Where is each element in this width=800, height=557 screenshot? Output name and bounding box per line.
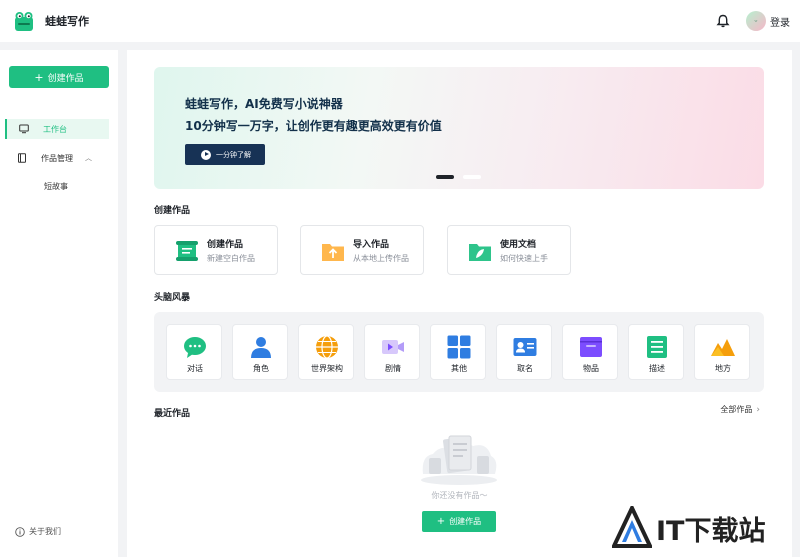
tile-items[interactable]: 物品 [562,324,618,380]
tile-label: 角色 [253,364,269,373]
login-link[interactable]: 登录 [770,14,790,29]
tile-places[interactable]: 地方 [694,324,750,380]
sidebar-subitem-short-story[interactable]: 短故事 [44,181,68,192]
about-us-link[interactable]: 关于我们 [15,526,61,537]
card-create-work[interactable]: 创建作品 新建空白作品 [154,225,278,275]
frog-logo-icon[interactable] [13,10,35,32]
info-icon [15,526,25,537]
tile-plot[interactable]: 剧情 [364,324,420,380]
monitor-icon [19,124,29,134]
card-title: 创建作品 [207,240,244,250]
tile-description[interactable]: 描述 [628,324,684,380]
sidebar-item-workbench[interactable]: 工作台 [5,119,109,139]
tile-naming[interactable]: 取名 [496,324,552,380]
play-icon [201,149,211,160]
sidebar-item-label: 作品管理 [41,153,73,163]
top-right-actions: ᵕ 登录 [716,11,790,31]
site-watermark: IT下载站 [610,502,790,551]
person-icon [248,334,274,360]
view-all-label: 全部作品 [720,405,753,414]
watermark-text: IT下载站 [656,515,766,547]
watermark-triangle-icon [610,502,654,551]
create-section-title: 创建作品 [154,206,191,216]
chevron-right-icon: › [756,404,760,415]
video-camera-icon [380,334,406,360]
id-card-icon [512,334,538,360]
empty-state-text: 你还没有作品～ [431,491,488,500]
sidebar-item-label: 工作台 [43,124,67,134]
banner-learn-label: 一分钟了解 [216,150,251,159]
about-us-label: 关于我们 [29,527,61,536]
box-icon [578,334,604,360]
card-docs[interactable]: 使用文档 如何快速上手 [447,225,571,275]
empty-create-label: 创建作品 [449,517,482,526]
avatar[interactable]: ᵕ [746,11,766,31]
chevron-up-icon[interactable]: ︿ [85,153,92,163]
view-all-works-link[interactable]: 全部作品 › [720,404,760,415]
bell-icon[interactable] [716,14,730,28]
mountain-icon [710,334,736,360]
hero-banner[interactable]: 蛙蛙写作，AI免费写小说神器 10分钟写一万字，让创作更有趣更高效更有价值 一分… [154,67,764,189]
plus-icon: + [34,70,44,84]
tile-label: 地方 [715,364,731,373]
page-scroll-gutter [792,50,800,500]
document-list-icon [644,334,670,360]
sidebar: + 创建作品 工作台 作品管理 ︿ 短故事 关于我们 [0,50,118,557]
tile-label: 对话 [187,364,203,373]
tile-label: 世界架构 [311,364,343,373]
card-import-work[interactable]: 导入作品 从本地上传作品 [300,225,424,275]
carousel-dot-1[interactable] [436,175,454,179]
tile-label: 其他 [451,364,467,373]
brainstorm-section-title: 头脑风暴 [154,293,191,303]
main-content: 蛙蛙写作，AI免费写小说神器 10分钟写一万字，让创作更有趣更高效更有价值 一分… [127,50,792,557]
carousel-dot-2[interactable] [463,175,481,179]
globe-icon [314,334,340,360]
brand-name: 蛙蛙写作 [45,15,89,28]
sidebar-create-button[interactable]: + 创建作品 [9,66,109,88]
plus-icon: + [436,516,446,527]
banner-learn-button[interactable]: 一分钟了解 [185,144,265,165]
recent-section-title: 最近作品 [154,409,191,419]
tile-label: 描述 [649,364,665,373]
scroll-icon [174,238,200,264]
empty-documents-illustration [417,430,501,486]
tile-dialogue[interactable]: 对话 [166,324,222,380]
tile-world[interactable]: 世界架构 [298,324,354,380]
sidebar-item-works-management[interactable]: 作品管理 ︿ [5,148,109,168]
tile-label: 剧情 [385,364,401,373]
card-desc: 从本地上传作品 [353,254,409,263]
top-bar: 蛙蛙写作 ᵕ 登录 [0,0,800,42]
brainstorm-panel: 对话 角色 世界架构 剧情 其他 取名 物品 描述 地方 [154,312,764,392]
empty-create-button[interactable]: + 创建作品 [422,511,496,532]
chat-bubble-icon [182,334,208,360]
card-title: 导入作品 [353,240,390,250]
banner-subtitle: 10分钟写一万字，让创作更有趣更高效更有价值 [185,119,442,133]
card-desc: 如何快速上手 [500,254,548,263]
banner-title: 蛙蛙写作，AI免费写小说神器 [185,97,343,111]
carousel-dots [436,175,490,179]
card-title: 使用文档 [500,240,537,250]
leaf-folder-icon [467,238,493,264]
card-desc: 新建空白作品 [207,254,255,263]
tile-label: 取名 [517,364,533,373]
book-icon [17,153,27,163]
sidebar-create-label: 创建作品 [47,73,84,84]
tile-other[interactable]: 其他 [430,324,486,380]
tile-label: 物品 [583,364,599,373]
grid-icon [446,334,472,360]
tile-character[interactable]: 角色 [232,324,288,380]
upload-folder-icon [320,238,346,264]
